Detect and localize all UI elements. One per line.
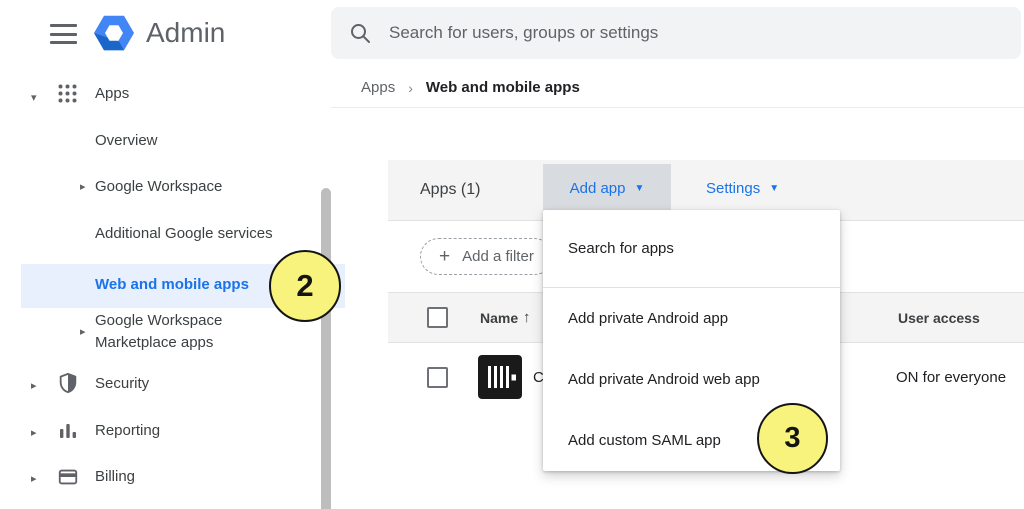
sidebar-item-overview[interactable]: Overview	[95, 132, 158, 149]
menu-item-search-for-apps[interactable]: Search for apps	[543, 210, 840, 287]
apps-grid-icon	[57, 83, 78, 104]
product-name: Admin	[146, 11, 225, 55]
breadcrumb-separator-icon: ›	[408, 80, 413, 96]
menu-item-add-private-android-web-app[interactable]: Add private Android web app	[543, 349, 840, 410]
marketplace-label-line1: Google Workspace	[95, 310, 222, 332]
sidebar-item-additional-google-services[interactable]: Additional Google services	[95, 225, 273, 242]
menu-item-add-private-android-app[interactable]: Add private Android app	[543, 288, 840, 349]
select-all-checkbox[interactable]	[427, 307, 448, 328]
admin-logo-icon	[92, 11, 136, 55]
caret-right-icon: ▸	[80, 326, 86, 338]
settings-button[interactable]: Settings ▼	[700, 164, 785, 213]
caret-right-icon: ▸	[31, 473, 37, 485]
sidebar-item-google-workspace[interactable]: Google Workspace	[95, 178, 222, 195]
marketplace-expand-caret[interactable]: ▸	[80, 322, 86, 340]
caret-right-icon: ▸	[80, 181, 86, 193]
caret-down-icon: ▾	[31, 92, 37, 104]
app-logo: Admin	[92, 11, 225, 55]
google-admin-console: Admin Apps › Web and mobile apps ▾ Apps …	[0, 0, 1024, 509]
global-search-bar[interactable]	[331, 7, 1021, 59]
shield-icon	[57, 372, 79, 394]
caret-right-icon: ▸	[31, 427, 37, 439]
breadcrumb-divider	[331, 107, 1024, 108]
sidebar-item-billing[interactable]: Billing	[95, 468, 135, 485]
dropdown-arrow-icon: ▼	[769, 183, 779, 194]
app-logo-icon	[478, 355, 522, 399]
sidebar-item-security[interactable]: Security	[95, 375, 149, 392]
breadcrumb-current: Web and mobile apps	[426, 79, 580, 96]
breadcrumb-parent[interactable]: Apps	[361, 79, 395, 96]
breadcrumb: Apps › Web and mobile apps	[361, 79, 580, 96]
plus-icon: +	[439, 246, 450, 268]
annotation-step-2-badge: 2	[269, 250, 341, 322]
sidebar-item-marketplace-apps[interactable]: Google Workspace Marketplace apps	[95, 310, 222, 354]
sidebar-scrollbar[interactable]	[321, 188, 331, 509]
add-filter-chip[interactable]: + Add a filter	[420, 238, 553, 275]
apps-count-label: Apps (1)	[420, 160, 480, 220]
credit-card-icon	[57, 466, 79, 488]
reporting-expand-caret[interactable]: ▸	[31, 423, 37, 441]
add-app-button[interactable]: Add app ▼	[543, 164, 671, 213]
dropdown-arrow-icon: ▼	[634, 183, 644, 194]
name-column-header[interactable]: Name	[480, 310, 518, 326]
security-expand-caret[interactable]: ▸	[31, 376, 37, 394]
billing-expand-caret[interactable]: ▸	[31, 469, 37, 487]
search-icon	[349, 22, 371, 44]
caret-right-icon: ▸	[31, 380, 37, 392]
sidebar-item-web-and-mobile-apps[interactable]: Web and mobile apps	[95, 276, 249, 293]
sidebar-item-apps[interactable]: Apps	[95, 85, 129, 102]
add-filter-label: Add a filter	[462, 248, 534, 265]
sort-ascending-icon[interactable]: ↑	[523, 309, 531, 326]
add-app-label: Add app	[570, 180, 626, 197]
row-checkbox[interactable]	[427, 367, 448, 388]
apps-expand-caret[interactable]: ▾	[31, 88, 37, 106]
hamburger-menu-icon[interactable]	[50, 24, 77, 44]
user-access-cell: ON for everyone	[896, 369, 1006, 386]
bar-chart-icon	[58, 420, 78, 440]
sidebar-item-reporting[interactable]: Reporting	[95, 422, 160, 439]
marketplace-label-line2: Marketplace apps	[95, 332, 222, 354]
settings-label: Settings	[706, 180, 760, 197]
search-input[interactable]	[387, 22, 1003, 44]
annotation-step-3-badge: 3	[757, 403, 828, 474]
user-access-column-header: User access	[898, 310, 980, 326]
google-workspace-expand-caret[interactable]: ▸	[80, 177, 86, 195]
